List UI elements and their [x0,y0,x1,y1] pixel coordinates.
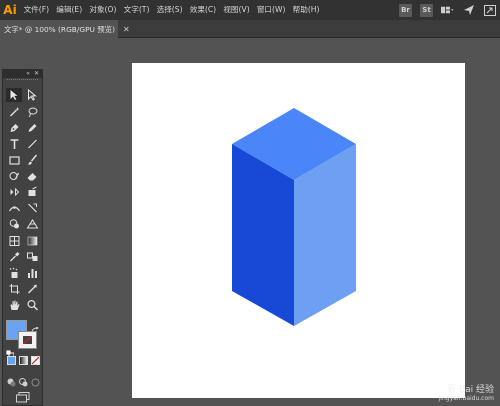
illustrator-window: Ai 文件(F) 编辑(E) 对象(O) 文字(T) 选择(S) 效果(C) 视… [0,0,500,406]
rotate-tool-icon[interactable] [6,185,22,199]
eyedropper-tool-icon[interactable] [6,250,22,264]
direct-selection-tool-icon[interactable] [24,88,40,102]
slice-tool-icon[interactable] [24,282,40,296]
menu-effect[interactable]: 效果(C) [186,0,220,20]
watermark: 百 Bai 经验 jingyan.baidu.com [439,382,494,402]
tools-panel: « ✕ [2,69,43,406]
hand-tool-icon[interactable] [6,298,22,312]
collapse-icon[interactable]: « [26,71,30,77]
canvas-area[interactable] [45,39,500,406]
symbol-sprayer-tool-icon[interactable] [6,266,22,280]
free-transform-tool-icon[interactable] [24,201,40,215]
app-logo: Ai [3,3,17,17]
watermark-url: jingyan.baidu.com [438,395,494,402]
arrange-documents-icon[interactable] [483,4,496,17]
blend-tool-icon[interactable] [24,250,40,264]
artboard-tool-icon[interactable] [6,282,22,296]
close-icon[interactable]: ✕ [34,71,39,77]
width-tool-icon[interactable] [6,201,22,215]
perspective-grid-tool-icon[interactable] [24,217,40,231]
document-tab-bar: 文字* @ 100% (RGB/GPU 预览) ✕ [0,20,500,38]
gradient-tool-icon[interactable] [24,234,40,248]
menu-file[interactable]: 文件(F) [20,0,53,20]
zoom-tool-icon[interactable] [24,298,40,312]
tools-panel-header: « ✕ [3,70,42,78]
menu-window[interactable]: 窗口(W) [253,0,289,20]
curvature-tool-icon[interactable] [24,121,40,135]
screen-mode-icon[interactable] [16,388,30,403]
scale-tool-icon[interactable] [24,185,40,199]
artboard[interactable] [132,63,465,398]
lasso-tool-icon[interactable] [24,105,40,119]
menu-type[interactable]: 文字(T) [120,0,153,20]
stock-icon[interactable]: St [420,3,433,17]
watermark-text: 百 Bai 经验 [447,385,494,395]
send-icon[interactable] [462,4,475,17]
color-mode-icon[interactable] [7,356,16,365]
draw-behind-icon[interactable] [19,372,28,387]
none-mode-icon[interactable] [31,356,40,365]
menu-object[interactable]: 对象(O) [86,0,120,20]
paintbrush-tool-icon[interactable] [24,153,40,167]
magic-wand-tool-icon[interactable] [6,105,22,119]
draw-inside-icon[interactable] [31,372,40,387]
type-tool-icon[interactable] [6,137,22,151]
document-tab[interactable]: 文字* @ 100% (RGB/GPU 预览) ✕ [0,20,130,38]
workspace-switcher-icon[interactable] [441,4,454,17]
eraser-tool-icon[interactable] [24,169,40,183]
cube-artwork [232,108,356,326]
menu-help[interactable]: 帮助(H) [289,0,323,20]
menu-view[interactable]: 视图(V) [220,0,254,20]
menu-edit[interactable]: 编辑(E) [53,0,86,20]
document-tab-title: 文字* @ 100% (RGB/GPU 预览) [4,24,115,34]
shape-builder-tool-icon[interactable] [6,217,22,231]
selection-tool-icon[interactable] [6,88,22,102]
rectangle-tool-icon[interactable] [6,153,22,167]
pen-tool-icon[interactable] [6,121,22,135]
swap-fill-stroke-icon[interactable] [31,320,40,334]
gradient-mode-icon[interactable] [19,356,28,365]
line-segment-tool-icon[interactable] [24,137,40,151]
column-graph-tool-icon[interactable] [24,266,40,280]
menu-select[interactable]: 选择(S) [153,0,186,20]
draw-normal-icon[interactable] [7,372,16,387]
bridge-icon[interactable]: Br [399,3,412,17]
mesh-tool-icon[interactable] [6,234,22,248]
menu-bar: Ai 文件(F) 编辑(E) 对象(O) 文字(T) 选择(S) 效果(C) 视… [0,0,500,20]
default-fill-stroke-icon[interactable] [5,343,15,359]
shaper-tool-icon[interactable] [6,169,22,183]
menu-right-icons: Br St [399,2,496,18]
tools-panel-grip[interactable] [7,79,38,83]
close-icon[interactable]: ✕ [123,25,130,34]
